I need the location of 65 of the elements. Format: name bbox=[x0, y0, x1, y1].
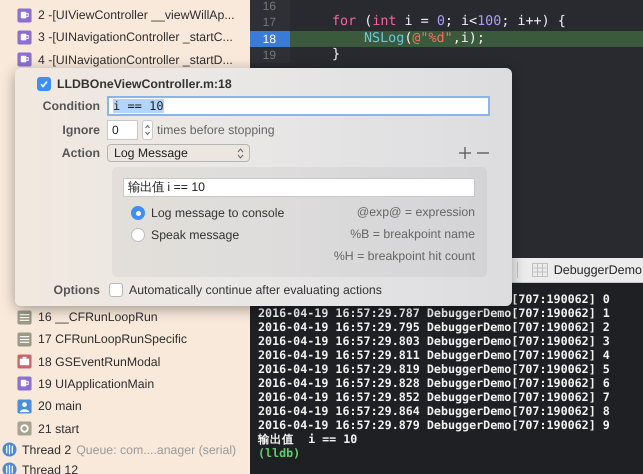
dropdown-value: Log Message bbox=[114, 146, 188, 160]
condition-field[interactable]: i == 10 bbox=[107, 96, 490, 116]
auto-continue-checkbox[interactable] bbox=[109, 283, 123, 297]
cup-icon bbox=[17, 376, 32, 392]
cup-icon bbox=[17, 8, 32, 23]
console-line: 2016-04-19 16:57:29.803 DebuggerDemo[707:190062] 3 bbox=[258, 334, 610, 348]
ignore-label: Ignore bbox=[61, 123, 100, 137]
console-line: 2016-04-19 16:57:29.879 DebuggerDemo[707:190062] 9 bbox=[258, 418, 610, 432]
options-label: Options bbox=[52, 283, 100, 297]
stack-frame[interactable]: 17 CFRunLoopRunSpecific bbox=[38, 332, 188, 346]
console-line: 2016-04-19 16:57:29.787 DebuggerDemo[707:190062] 1 bbox=[258, 306, 610, 320]
scheme-target[interactable]: DebuggerDemo bbox=[554, 263, 643, 277]
condition-label: Condition bbox=[42, 99, 100, 113]
stack-frame[interactable]: 21 start bbox=[38, 422, 80, 436]
radio-button[interactable] bbox=[131, 206, 145, 220]
ignore-count-field[interactable]: 0 bbox=[107, 120, 138, 140]
stack-frame[interactable]: 2 -[UIViewController __viewWillAp... bbox=[38, 8, 235, 22]
console-line: 输出值 i == 10 bbox=[258, 432, 358, 446]
ignore-suffix: times before stopping bbox=[157, 123, 275, 137]
stack-frame[interactable]: 16 __CFRunLoopRun bbox=[38, 310, 158, 324]
message-field[interactable]: 输出值 i == 10 bbox=[123, 178, 475, 197]
thread-label[interactable]: Thread 2 bbox=[22, 442, 72, 457]
checkmark-icon bbox=[39, 79, 49, 89]
radio-label[interactable]: Speak message bbox=[151, 228, 240, 242]
cup-icon bbox=[17, 52, 32, 68]
lldb-prompt: (lldb) bbox=[258, 446, 300, 460]
radio-label[interactable]: Log message to console bbox=[151, 206, 284, 220]
console-line: 2016-04-19 16:57:29.819 DebuggerDemo[707:190062] 5 bbox=[258, 362, 610, 376]
list-icon bbox=[17, 332, 32, 347]
stack-frame[interactable]: 20 main bbox=[38, 399, 82, 414]
line-number[interactable]: 18 bbox=[250, 30, 290, 47]
console-line: 2016-04-19 16:57:29.828 DebuggerDemo[707:190062] 6 bbox=[258, 376, 610, 390]
console-line: 2016-04-19 16:57:29.852 DebuggerDemo[707:190062] 7 bbox=[258, 390, 610, 404]
gear-icon bbox=[17, 421, 32, 436]
thread-icon bbox=[2, 462, 17, 474]
stepper[interactable] bbox=[142, 120, 153, 140]
enable-checkbox[interactable] bbox=[37, 77, 51, 91]
briefcase-icon bbox=[17, 354, 32, 370]
console-line: 2016-04-19 16:57:29.795 DebuggerDemo[707:190062] 2 bbox=[258, 320, 610, 334]
stack-frame[interactable]: 19 UIApplicationMain bbox=[38, 376, 154, 391]
action-label: Action bbox=[60, 146, 100, 160]
thread-icon bbox=[2, 442, 17, 458]
action-dropdown[interactable]: Log Message bbox=[107, 144, 250, 162]
console-line: 2016-04-19 16:57:29.864 DebuggerDemo[707:190062] 8 bbox=[258, 404, 610, 418]
list-icon bbox=[17, 310, 32, 325]
stack-frame[interactable]: 4 -[UINavigationController _startD... bbox=[38, 52, 233, 67]
add-icon[interactable] bbox=[458, 146, 472, 160]
format-hint: @exp@ = expression bbox=[356, 205, 475, 221]
format-hint: %B = breakpoint name bbox=[349, 227, 475, 243]
console-line: [707:190062] 0 bbox=[511, 292, 610, 306]
console-line: 2016-04-19 16:57:29.811 DebuggerDemo[707:190062] 4 bbox=[258, 348, 610, 362]
person-icon bbox=[17, 398, 32, 414]
thread-label[interactable]: Thread 12 bbox=[22, 462, 78, 474]
auto-continue-label[interactable]: Automatically continue after evaluating actions bbox=[129, 283, 490, 297]
breakpoint-title: LLDBOneViewController.m:18 bbox=[57, 77, 232, 91]
thread-queue: Queue: com....anager (serial) bbox=[76, 442, 236, 457]
code-line: } bbox=[331, 46, 342, 64]
cup-icon bbox=[17, 30, 32, 45]
code-line: for (int i = 0; i<100; i++) { bbox=[331, 14, 567, 31]
stack-frame[interactable]: 18 GSEventRunModal bbox=[38, 354, 160, 369]
format-hint: %H = breakpoint hit count bbox=[332, 249, 475, 265]
grid-icon bbox=[532, 263, 548, 277]
updown-caret-icon bbox=[237, 148, 244, 158]
stack-frame[interactable]: 3 -[UINavigationController _startC... bbox=[38, 30, 233, 44]
radio-button[interactable] bbox=[131, 228, 145, 242]
